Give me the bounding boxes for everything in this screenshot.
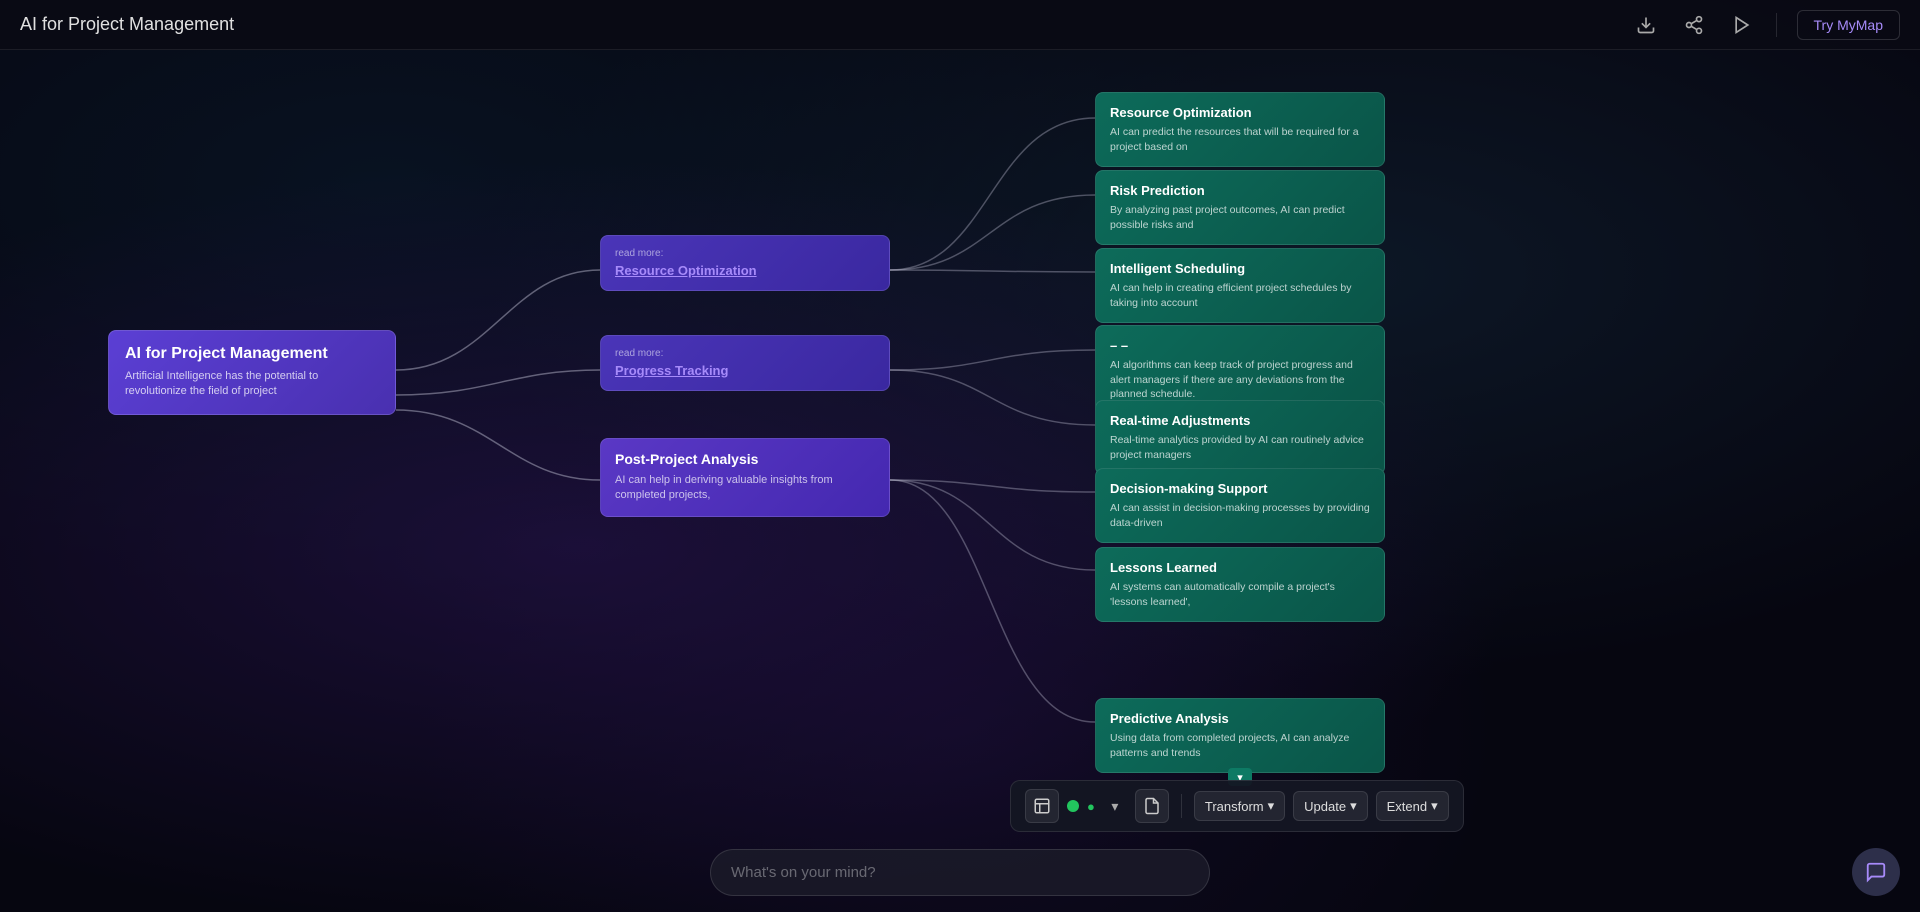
chat-input[interactable] (710, 849, 1210, 896)
toolbar-status-dot (1067, 800, 1079, 812)
connections-svg (0, 50, 1920, 912)
app-title: AI for Project Management (20, 14, 234, 35)
toolbar-file-button[interactable] (1135, 789, 1169, 823)
header-divider (1776, 13, 1777, 37)
branch-post[interactable]: Post-Project Analysis AI can help in der… (600, 438, 890, 517)
leaf-progress-track-title: – – (1110, 338, 1370, 353)
update-button[interactable]: Update ▾ (1293, 791, 1367, 821)
leaf-resource-opt-title: Resource Optimization (1110, 105, 1370, 120)
leaf-decision[interactable]: Decision-making Support AI can assist in… (1095, 468, 1385, 543)
download-button[interactable] (1632, 11, 1660, 39)
leaf-intelligent[interactable]: Intelligent Scheduling AI can help in cr… (1095, 248, 1385, 323)
central-node-title: AI for Project Management (125, 345, 379, 363)
toolbar-status-label: ● (1087, 799, 1095, 814)
leaf-predictive-title: Predictive Analysis (1110, 711, 1370, 726)
transform-chevron: ▾ (1268, 798, 1275, 814)
leaf-predictive[interactable]: Predictive Analysis Using data from comp… (1095, 698, 1385, 773)
toolbar: ● ▾ Transform ▾ Update ▾ Extend ▾ (1010, 780, 1464, 832)
update-chevron: ▾ (1350, 798, 1357, 814)
branch-progress-label: read more: (615, 348, 875, 359)
leaf-progress-track-desc: AI algorithms can keep track of project … (1110, 358, 1370, 402)
header: AI for Project Management Try MyMap (0, 0, 1920, 50)
branch-resource[interactable]: read more: Resource Optimization (600, 235, 890, 291)
chat-bubble-button[interactable] (1852, 848, 1900, 896)
central-node-desc: Artificial Intelligence has the potentia… (125, 369, 379, 400)
leaf-decision-title: Decision-making Support (1110, 481, 1370, 496)
leaf-lessons[interactable]: Lessons Learned AI systems can automatic… (1095, 547, 1385, 622)
leaf-risk-desc: By analyzing past project outcomes, AI c… (1110, 203, 1370, 232)
leaf-resource-opt-desc: AI can predict the resources that will b… (1110, 125, 1370, 154)
branch-resource-title[interactable]: Resource Optimization (615, 263, 875, 278)
extend-chevron: ▾ (1431, 798, 1438, 814)
leaf-lessons-title: Lessons Learned (1110, 560, 1370, 575)
transform-button[interactable]: Transform ▾ (1194, 791, 1285, 821)
leaf-realtime-desc: Real-time analytics provided by AI can r… (1110, 433, 1370, 462)
leaf-decision-desc: AI can assist in decision-making process… (1110, 501, 1370, 530)
leaf-risk[interactable]: Risk Prediction By analyzing past projec… (1095, 170, 1385, 245)
leaf-risk-title: Risk Prediction (1110, 183, 1370, 198)
branch-progress[interactable]: read more: Progress Tracking (600, 335, 890, 391)
leaf-realtime[interactable]: Real-time Adjustments Real-time analytic… (1095, 400, 1385, 475)
leaf-intelligent-title: Intelligent Scheduling (1110, 261, 1370, 276)
canvas-area: AI for Project Management Artificial Int… (0, 50, 1920, 912)
toolbar-chevron-down[interactable]: ▾ (1103, 794, 1127, 818)
share-button[interactable] (1680, 11, 1708, 39)
play-button[interactable] (1728, 11, 1756, 39)
leaf-lessons-desc: AI systems can automatically compile a p… (1110, 580, 1370, 609)
leaf-resource-opt[interactable]: Resource Optimization AI can predict the… (1095, 92, 1385, 167)
branch-resource-label: read more: (615, 248, 875, 259)
toolbar-sep1 (1181, 794, 1182, 818)
extend-button[interactable]: Extend ▾ (1376, 791, 1449, 821)
chat-input-container (710, 849, 1210, 896)
branch-progress-title[interactable]: Progress Tracking (615, 363, 875, 378)
branch-post-title: Post-Project Analysis (615, 451, 875, 467)
toolbar-template-button[interactable] (1025, 789, 1059, 823)
leaf-predictive-desc: Using data from completed projects, AI c… (1110, 731, 1370, 760)
central-node[interactable]: AI for Project Management Artificial Int… (108, 330, 396, 415)
leaf-realtime-title: Real-time Adjustments (1110, 413, 1370, 428)
try-mymap-button[interactable]: Try MyMap (1797, 10, 1900, 40)
header-actions: Try MyMap (1632, 10, 1900, 40)
leaf-intelligent-desc: AI can help in creating efficient projec… (1110, 281, 1370, 310)
branch-post-desc: AI can help in deriving valuable insight… (615, 473, 875, 504)
